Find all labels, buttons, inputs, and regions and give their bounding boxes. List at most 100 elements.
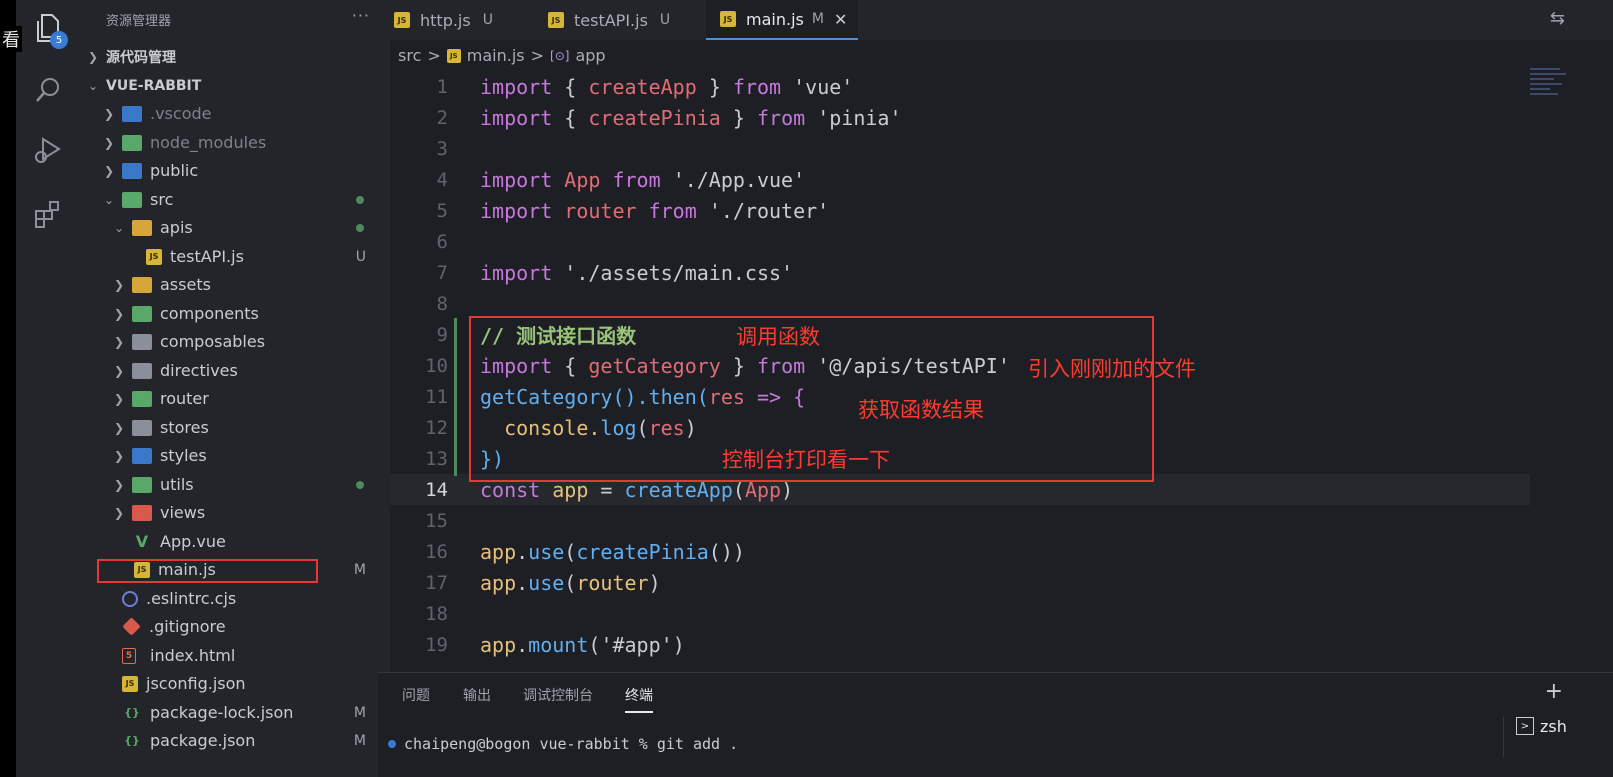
- line-number: 16: [425, 540, 448, 563]
- tab-label: testAPI.js: [574, 10, 648, 30]
- tree-item-testapi-js[interactable]: JS testAPI.js U: [78, 242, 390, 271]
- chevron-right-icon: ❯: [113, 334, 125, 349]
- code-line: 6: [390, 226, 1530, 257]
- tree-item-utils[interactable]: ❯ utils: [78, 470, 390, 499]
- tab-label: main.js: [746, 9, 804, 29]
- tree-item-styles[interactable]: ❯ styles: [78, 441, 390, 470]
- code-line: 8: [390, 288, 1530, 319]
- git-status: M: [353, 704, 366, 721]
- tab-testapi-js[interactable]: JS testAPI.js U: [548, 0, 708, 40]
- tree-item-public[interactable]: ❯ public: [78, 156, 390, 185]
- tree-item-node-modules[interactable]: ❯ node_modules: [78, 128, 390, 157]
- tree-item-composables[interactable]: ❯ composables: [78, 327, 390, 356]
- tab-status: U: [482, 12, 493, 28]
- tree-item-label: public: [150, 161, 199, 180]
- git-status: U: [355, 248, 366, 265]
- tree-item-index-html[interactable]: 5 index.html: [78, 641, 390, 670]
- terminal-output[interactable]: chaipeng@bogon vue-rabbit % git add .: [388, 735, 738, 753]
- main-js-highlight-box: [97, 559, 318, 583]
- breadcrumb-file[interactable]: main.js: [467, 46, 525, 65]
- annotation-call: 调用函数: [736, 325, 820, 349]
- folder-icon: [132, 476, 152, 493]
- run-debug-icon[interactable]: [30, 132, 66, 168]
- tree-item-apis[interactable]: ⌄ apis: [78, 213, 390, 242]
- split-editor-icon[interactable]: ⇆: [1550, 8, 1565, 29]
- more-actions-icon[interactable]: ···: [352, 6, 370, 25]
- chevron-right-icon: ❯: [113, 277, 125, 292]
- line-number: 8: [436, 292, 448, 315]
- tree-item-label: apis: [160, 218, 193, 237]
- tree-item-label: directives: [160, 361, 238, 380]
- npm-icon: {}: [124, 706, 140, 719]
- symbol-variable-icon: [⊙]: [550, 48, 570, 63]
- tree-item-label: views: [160, 503, 206, 522]
- tree-item-gitignore[interactable]: .gitignore: [78, 612, 390, 641]
- tree-item-label: package-lock.json: [150, 703, 294, 722]
- explorer-title: 资源管理器: [106, 14, 172, 29]
- line-number: 9: [436, 323, 448, 346]
- line-number: 2: [436, 106, 448, 129]
- tree-item-components[interactable]: ❯ components: [78, 299, 390, 328]
- terminal-status-dot: [388, 740, 396, 748]
- breadcrumb: src > JS main.js > [⊙] app: [398, 46, 606, 65]
- scm-section[interactable]: ❯ 源代码管理: [78, 42, 390, 71]
- line-number: 5: [436, 199, 448, 222]
- tree-item-stores[interactable]: ❯ stores: [78, 413, 390, 442]
- tree-item-eslintrc[interactable]: .eslintrc.cjs: [78, 584, 390, 613]
- tree-item-package-json[interactable]: {} package.json M: [78, 726, 390, 755]
- tree-item-src[interactable]: ⌄ src: [78, 185, 390, 214]
- folder-icon: [132, 390, 152, 407]
- folder-icon: [132, 219, 152, 236]
- line-number: 7: [436, 261, 448, 284]
- search-icon[interactable]: [30, 72, 66, 108]
- code-line: 2 import { createPinia } from 'pinia': [390, 102, 1530, 133]
- breadcrumb-symbol[interactable]: app: [575, 46, 605, 65]
- line-number: 10: [425, 354, 448, 377]
- code-text: import App from './App.vue': [480, 167, 806, 192]
- project-root[interactable]: ⌄ VUE-RABBIT: [78, 71, 390, 100]
- close-icon[interactable]: ✕: [834, 10, 847, 29]
- tab-http-js[interactable]: JS http.js U: [390, 0, 540, 40]
- tree-item-vscode[interactable]: ❯ .vscode: [78, 99, 390, 128]
- scm-section-label: 源代码管理: [106, 49, 176, 66]
- tab-main-js[interactable]: JS main.js M ✕: [706, 0, 858, 40]
- tree-item-directives[interactable]: ❯ directives: [78, 356, 390, 385]
- git-status: M: [353, 732, 366, 749]
- js-file-icon: JS: [394, 12, 410, 28]
- new-terminal-icon[interactable]: +: [1545, 679, 1563, 704]
- tree-item-jsconfig[interactable]: JS jsconfig.json: [78, 669, 390, 698]
- annotation-console: 控制台打印看一下: [722, 448, 890, 472]
- tab-output[interactable]: 输出: [463, 685, 491, 705]
- tab-debug-console[interactable]: 调试控制台: [523, 685, 593, 705]
- terminal-command: chaipeng@bogon vue-rabbit % git add .: [404, 735, 739, 753]
- js-file-icon: JS: [548, 12, 564, 28]
- chevron-right-icon: ❯: [113, 391, 125, 406]
- chevron-right-icon: ❯: [113, 363, 125, 378]
- tab-status: U: [659, 12, 671, 28]
- chevron-right-icon: ❯: [113, 448, 125, 463]
- extensions-icon[interactable]: [30, 196, 66, 232]
- minimap[interactable]: [1530, 68, 1570, 128]
- tab-terminal[interactable]: 终端: [625, 685, 653, 713]
- tree-item-label: components: [160, 304, 259, 323]
- git-change-gutter: [454, 318, 457, 476]
- tree-item-app-vue[interactable]: V App.vue: [78, 527, 390, 556]
- code-text: app.use(router): [480, 570, 661, 595]
- tree-item-assets[interactable]: ❯ assets: [78, 270, 390, 299]
- breadcrumb-src[interactable]: src: [398, 46, 421, 65]
- chevron-right-icon: ❯: [87, 49, 99, 64]
- terminal-instance-zsh[interactable]: > zsh: [1503, 717, 1603, 757]
- tree-item-views[interactable]: ❯ views: [78, 498, 390, 527]
- folder-icon: [132, 362, 152, 379]
- tree-item-label: stores: [160, 418, 209, 437]
- tab-problems[interactable]: 问题: [402, 685, 430, 705]
- chevron-right-icon: ❯: [103, 163, 115, 178]
- code-text: import './assets/main.css': [480, 260, 794, 285]
- code-text: app.use(createPinia()): [480, 539, 745, 564]
- folder-icon: [132, 276, 152, 293]
- bottom-panel: 问题 输出 调试控制台 终端 + chaipeng@bogon vue-rabb…: [378, 672, 1613, 777]
- tree-item-router[interactable]: ❯ router: [78, 384, 390, 413]
- tree-item-package-lock[interactable]: {} package-lock.json M: [78, 698, 390, 727]
- chevron-right-icon: ❯: [113, 306, 125, 321]
- tree-item-label: .gitignore: [149, 617, 226, 636]
